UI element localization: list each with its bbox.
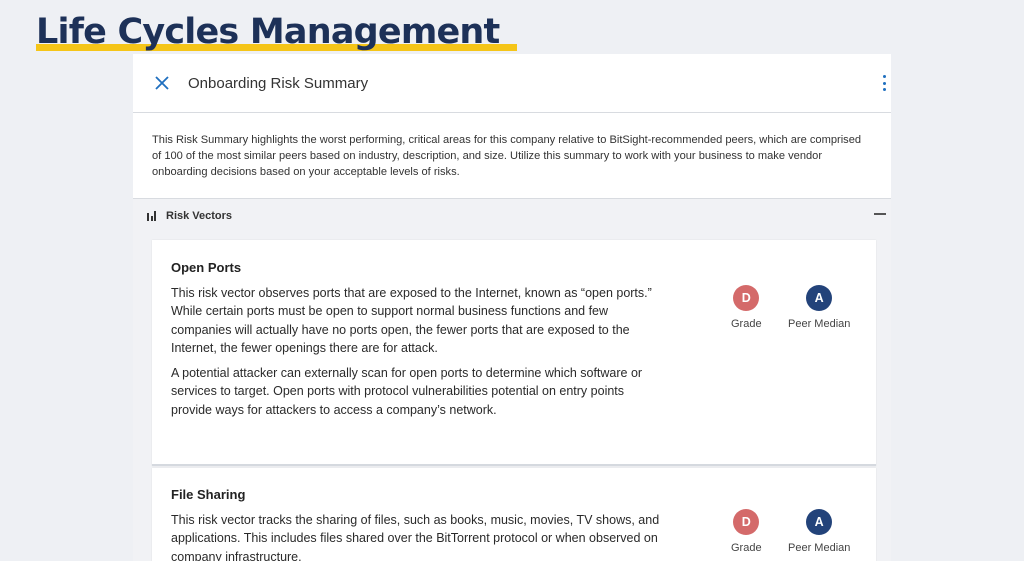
panel-title: Onboarding Risk Summary: [188, 74, 369, 92]
section-label: Risk Vectors: [166, 210, 233, 222]
grade-badge-group: D Grade: [731, 509, 762, 554]
summary-description: This Risk Summary highlights the worst p…: [133, 113, 891, 199]
card-description: This risk vector observes ports that are…: [171, 284, 661, 419]
peer-median-label: Peer Median: [788, 318, 851, 330]
card-title: Open Ports: [171, 260, 242, 275]
grade-badge: D: [733, 509, 760, 535]
card-paragraph: This risk vector observes ports that are…: [171, 286, 652, 355]
peer-median-badge: A: [806, 509, 833, 535]
grade-badge: D: [733, 285, 760, 311]
risk-vector-card-open-ports: Open Ports This risk vector observes por…: [152, 240, 876, 466]
peer-median-label: Peer Median: [788, 542, 851, 554]
peer-median-badge-group: A Peer Median: [788, 285, 850, 330]
close-button[interactable]: [152, 73, 172, 93]
kebab-menu-icon[interactable]: [881, 75, 887, 91]
grade-label: Grade: [731, 318, 762, 330]
peer-median-badge-group: A Peer Median: [788, 509, 850, 554]
card-description: This risk vector tracks the sharing of f…: [171, 511, 661, 561]
grade-label: Grade: [731, 542, 762, 554]
risk-summary-panel: Onboarding Risk Summary This Risk Summar…: [133, 54, 891, 561]
bar-chart-icon: [147, 211, 158, 221]
grade-badge-group: D Grade: [731, 285, 762, 330]
slide-title: Life Cycles Management: [36, 10, 518, 54]
peer-median-badge: A: [806, 285, 833, 311]
risk-vectors-header[interactable]: Risk Vectors: [133, 199, 891, 233]
card-title: File Sharing: [171, 487, 246, 502]
card-paragraph: This risk vector tracks the sharing of f…: [171, 513, 660, 561]
risk-vector-card-file-sharing: File Sharing This risk vector tracks the…: [152, 468, 876, 561]
panel-header: Onboarding Risk Summary: [133, 54, 891, 113]
close-icon: [155, 76, 169, 90]
collapse-minus-icon[interactable]: [874, 213, 886, 215]
card-paragraph: A potential attacker can externally scan…: [171, 366, 643, 417]
